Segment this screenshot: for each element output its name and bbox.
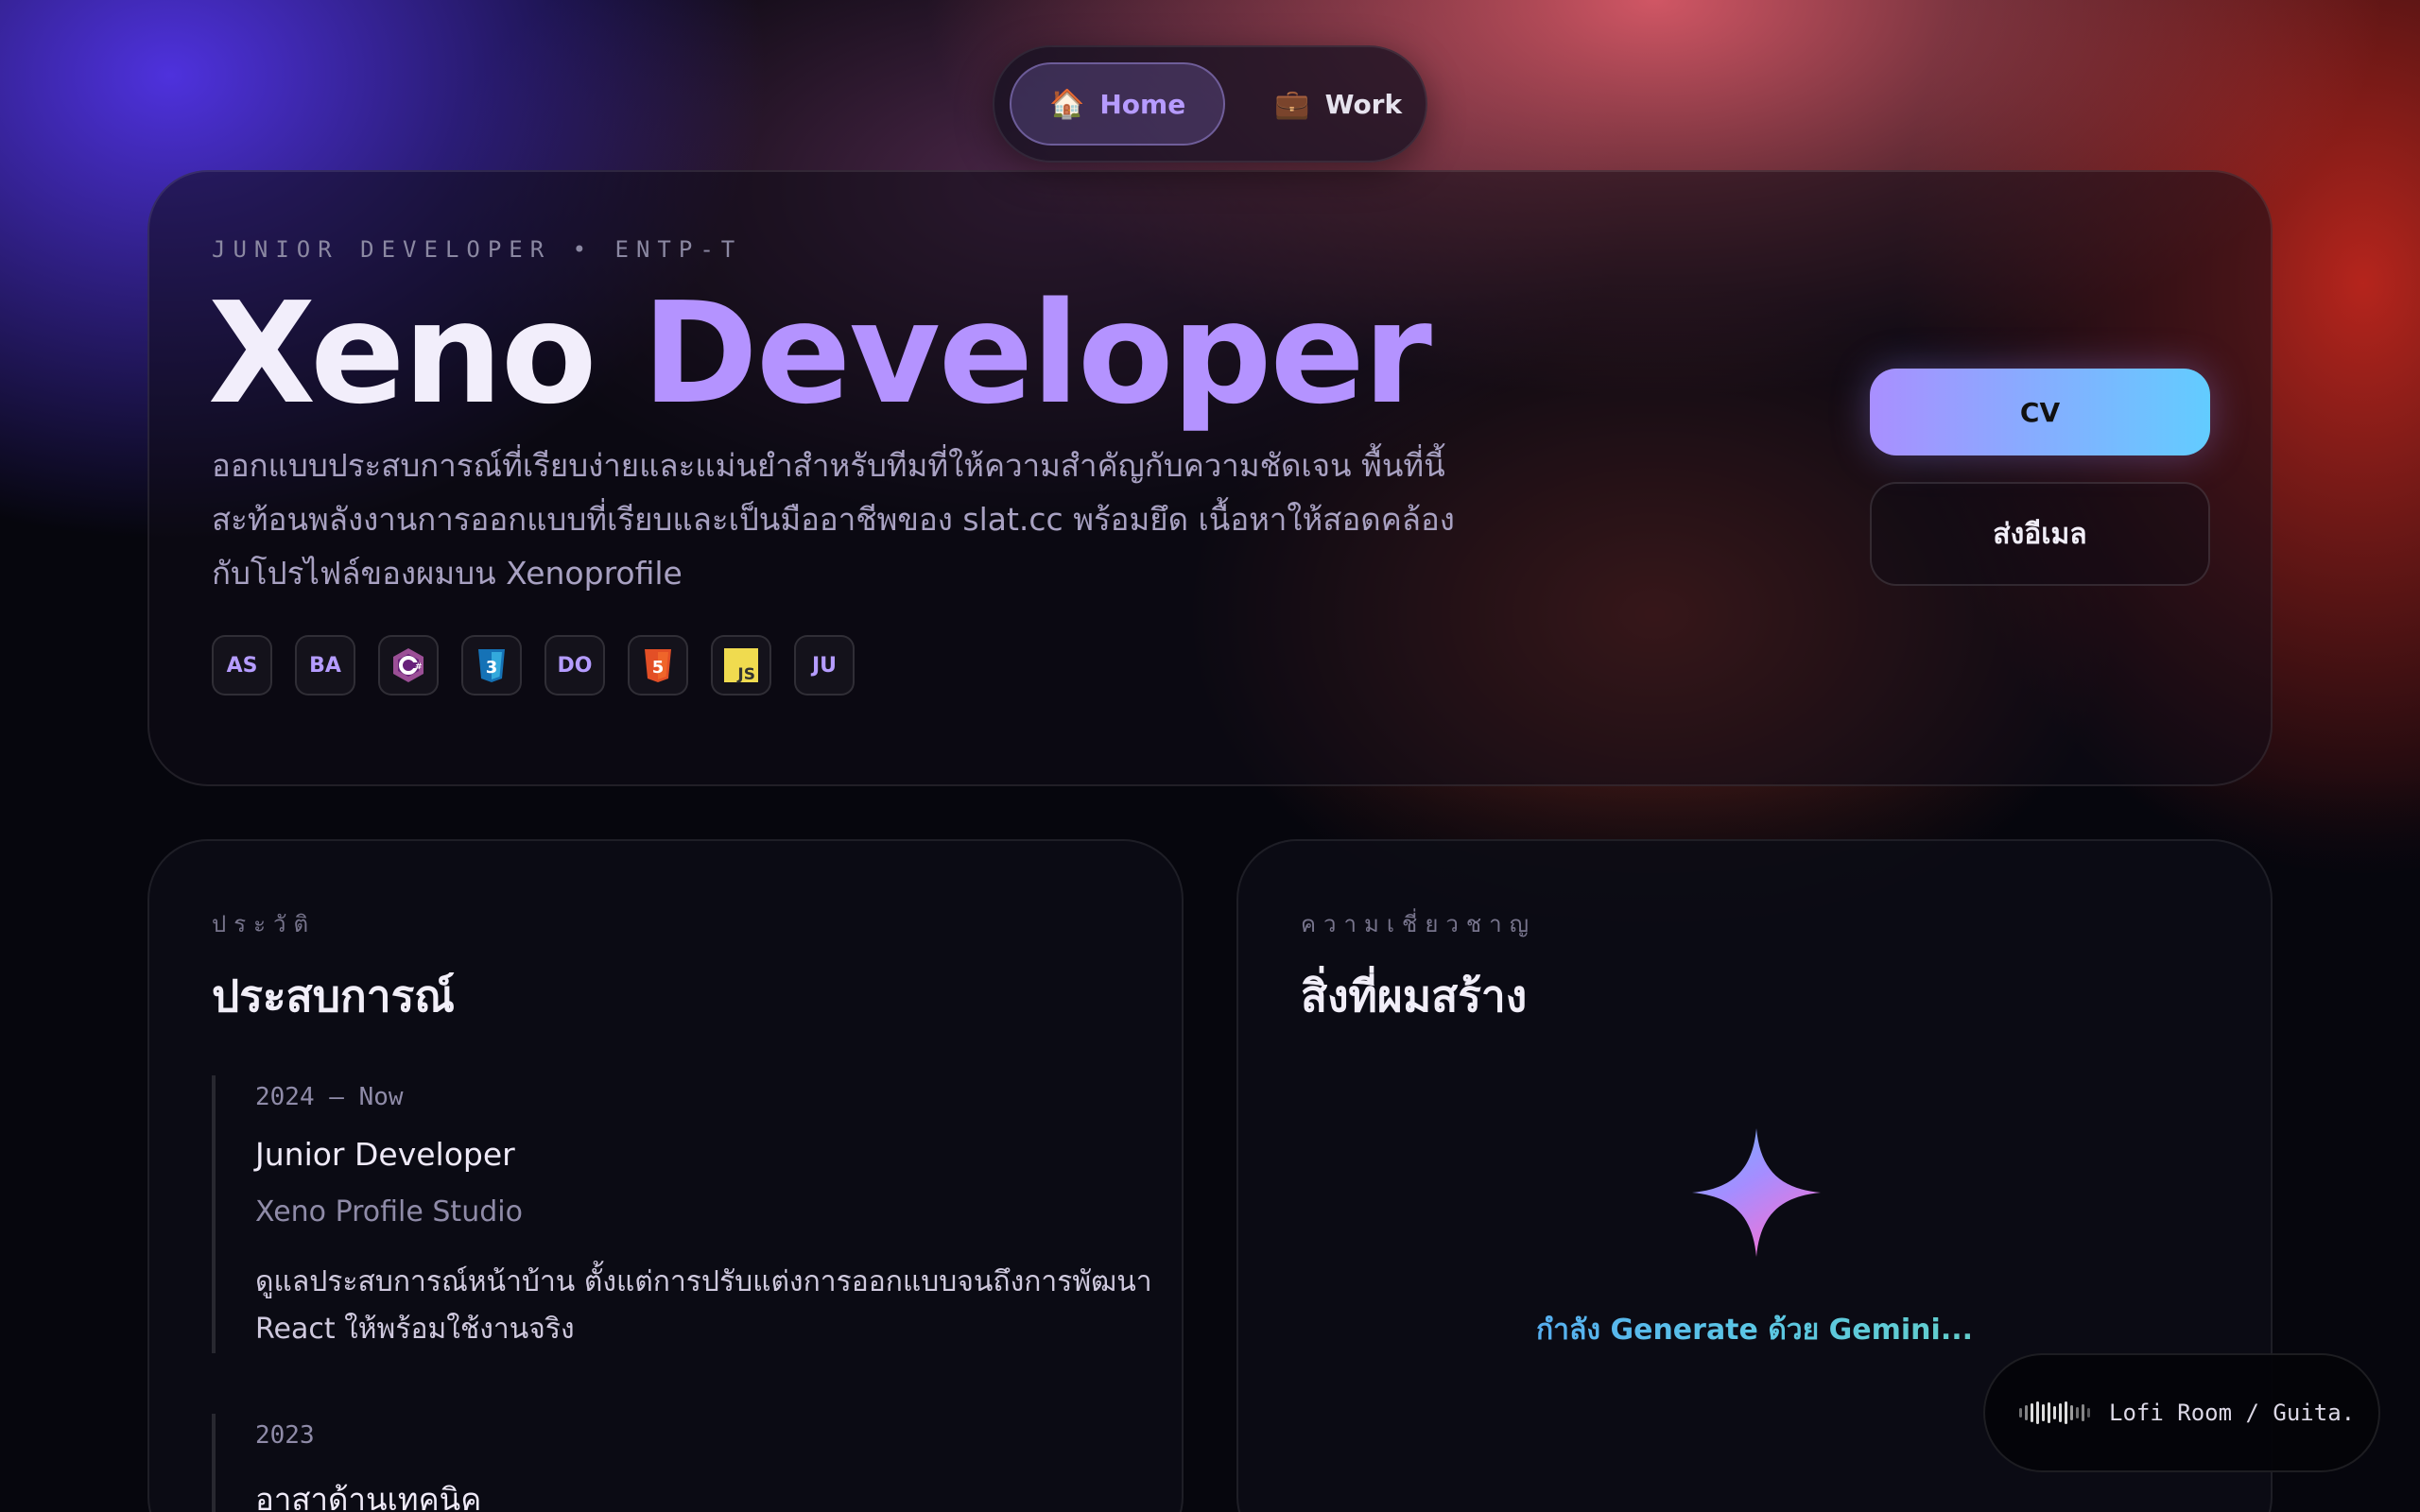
svg-text:3: 3 bbox=[486, 658, 498, 678]
skill-badges: AS BA # 3 DO 5 JS JU bbox=[212, 635, 855, 696]
house-icon: 🏠 bbox=[1049, 87, 1085, 121]
nav-work-label: Work bbox=[1324, 88, 1403, 120]
svg-text:JS: JS bbox=[736, 665, 755, 684]
waveform-icon bbox=[2019, 1401, 2090, 1424]
experience-eyebrow: ประวัติ bbox=[212, 911, 317, 937]
do-badge-icon: DO bbox=[544, 635, 605, 696]
timeline-item: 2024 — Now Junior Developer Xeno Profile… bbox=[212, 1075, 1152, 1353]
svg-text:#: # bbox=[415, 662, 423, 672]
sparkle-icon bbox=[1692, 1128, 1821, 1257]
gemini-loading-text: กำลัง Generate ด้วย Gemini... bbox=[1238, 1308, 2271, 1352]
experience-timeline: 2024 — Now Junior Developer Xeno Profile… bbox=[212, 1075, 1152, 1512]
ba-badge-icon: BA bbox=[295, 635, 355, 696]
svg-text:5: 5 bbox=[652, 658, 665, 678]
timeline-date: 2023 bbox=[255, 1421, 315, 1450]
experience-title: ประสบการณ์ bbox=[212, 971, 455, 1022]
send-email-button[interactable]: ส่งอีเมล bbox=[1870, 482, 2210, 586]
as-badge-icon: AS bbox=[212, 635, 272, 696]
timeline-date: 2024 — Now bbox=[255, 1083, 404, 1111]
hero-title: Xeno Developer bbox=[208, 284, 1432, 423]
csharp-icon: # bbox=[378, 635, 439, 696]
nav-work[interactable]: 💼 Work bbox=[1236, 62, 1440, 146]
hero-card: JUNIOR DEVELOPER • ENTP-T Xeno Developer… bbox=[147, 170, 2273, 786]
html5-icon: 5 bbox=[628, 635, 688, 696]
expertise-title: สิ่งที่ผมสร้าง bbox=[1301, 971, 1528, 1022]
top-nav: 🏠 Home 💼 Work bbox=[993, 45, 1427, 163]
javascript-icon: JS bbox=[711, 635, 771, 696]
player-track-title: Lofi Room / Guita... bbox=[2109, 1400, 2355, 1426]
hero-title-name: Xeno bbox=[208, 272, 597, 435]
expertise-eyebrow: ความเชี่ยวชาญ bbox=[1301, 911, 1537, 937]
experience-card: ประวัติ ประสบการณ์ 2024 — Now Junior Dev… bbox=[147, 839, 1184, 1512]
css3-icon: 3 bbox=[461, 635, 522, 696]
timeline-role: อาสาด้านเทคนิค bbox=[255, 1481, 482, 1512]
hero-title-role: Developer bbox=[642, 272, 1432, 435]
hero-eyebrow: JUNIOR DEVELOPER • ENTP-T bbox=[212, 236, 743, 263]
timeline-company: Xeno Profile Studio bbox=[255, 1195, 523, 1228]
timeline-description: ดูแลประสบการณ์หน้าบ้าน ตั้งแต่การปรับแต่… bbox=[255, 1265, 1152, 1346]
timeline-item: 2023 อาสาด้านเทคนิค bbox=[212, 1414, 1119, 1512]
cv-button[interactable]: CV bbox=[1870, 369, 2210, 455]
music-player[interactable]: Lofi Room / Guita... bbox=[1983, 1353, 2380, 1472]
timeline-role: Junior Developer bbox=[255, 1136, 515, 1173]
hero-description: ออกแบบประสบการณ์ที่เรียบง่ายและแม่นยำสำห… bbox=[212, 447, 1455, 592]
ju-badge-icon: JU bbox=[794, 635, 855, 696]
briefcase-icon: 💼 bbox=[1274, 87, 1310, 121]
nav-home[interactable]: 🏠 Home bbox=[1010, 62, 1226, 146]
nav-home-label: Home bbox=[1099, 88, 1186, 120]
